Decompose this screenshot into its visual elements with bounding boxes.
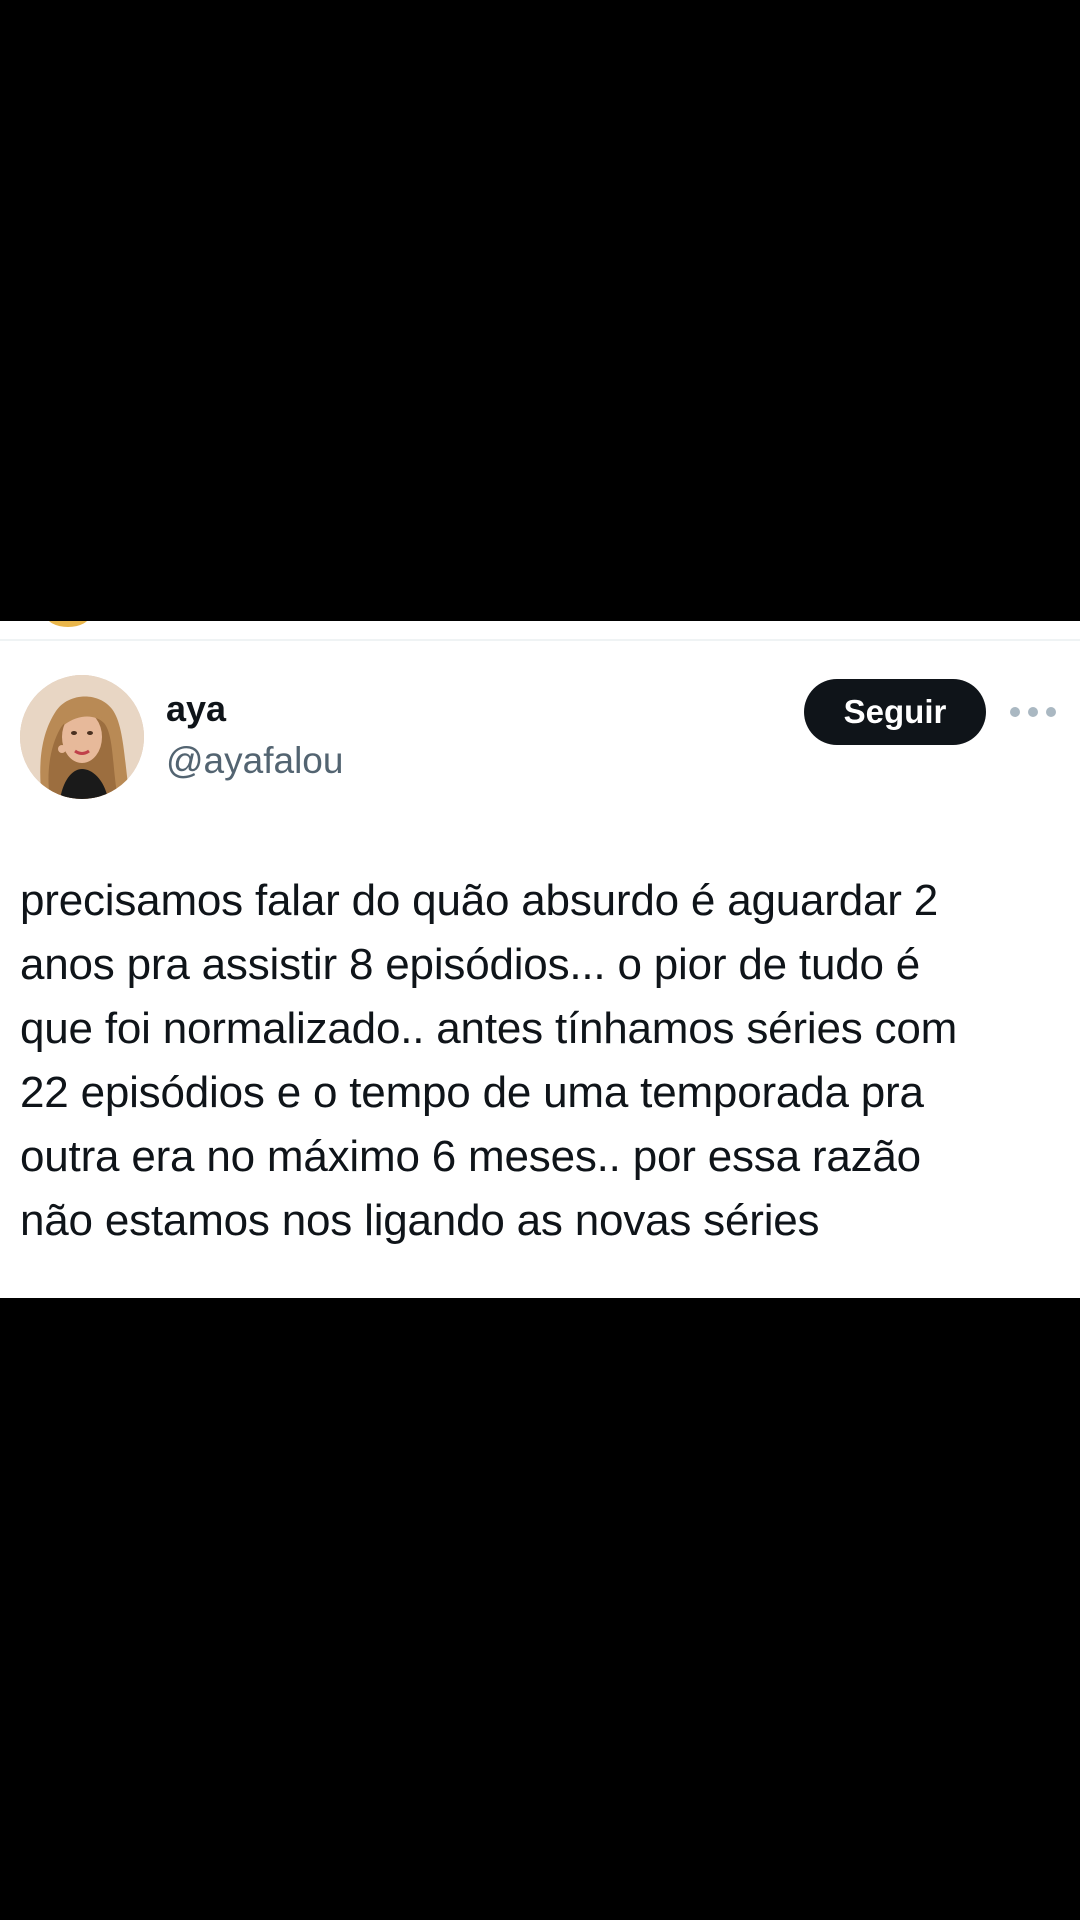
avatar[interactable] — [20, 675, 144, 799]
tweet-text-line: outra era no máximo 6 meses.. por essa r… — [20, 1132, 921, 1181]
tweet-divider — [0, 639, 1080, 641]
profile-photo-icon — [20, 675, 144, 799]
tweet-text-line: precisamos falar do quão absurdo é aguar… — [20, 876, 939, 925]
follow-button[interactable]: Seguir — [804, 679, 986, 745]
tweet-text: precisamos falar do quão absurdo é aguar… — [20, 869, 1065, 1253]
tweet-text-line: que foi normalizado.. antes tínhamos sér… — [20, 1004, 958, 1053]
more-dot — [1028, 707, 1038, 717]
more-dot — [1010, 707, 1020, 717]
more-horizontal-icon[interactable] — [1010, 697, 1056, 727]
tweet-text-line: não estamos nos ligando as novas séries — [20, 1196, 820, 1245]
bottom-black-area — [0, 1298, 1080, 1920]
author-display-name[interactable]: aya — [166, 689, 226, 729]
more-dot — [1046, 707, 1056, 717]
tweet-text-line: 22 episódios e o tempo de uma temporada … — [20, 1068, 924, 1117]
tweet-card[interactable]: aya @ayafalou Seguir precisamos falar do… — [0, 621, 1080, 1298]
author-handle[interactable]: @ayafalou — [166, 739, 343, 783]
tweet-text-line: anos pra assistir 8 episódios... o pior … — [20, 940, 921, 989]
previous-tweet-avatar-edge — [46, 621, 90, 627]
top-black-area — [0, 0, 1080, 621]
